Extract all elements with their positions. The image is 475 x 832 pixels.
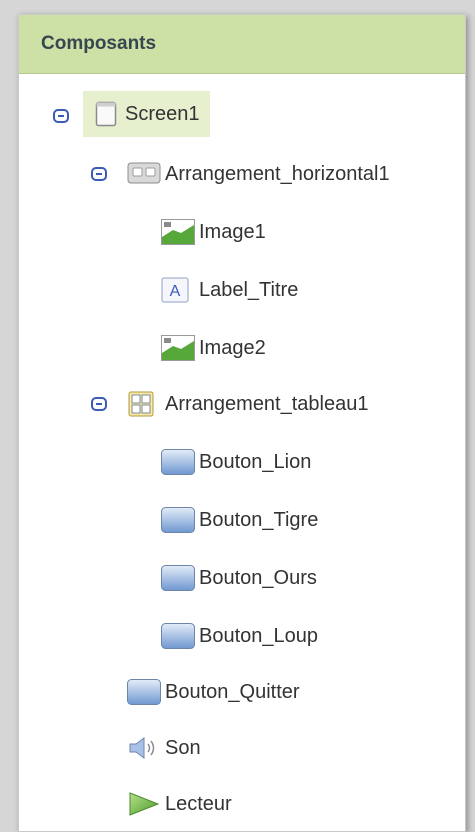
collapse-toggle-tableau[interactable] <box>91 397 107 411</box>
tree-item-label-titre[interactable]: A Label_Titre <box>161 267 298 313</box>
label-icon: A <box>161 277 197 303</box>
tree-item-bouton-tigre[interactable]: Bouton_Tigre <box>161 497 318 543</box>
tree-item-label: Bouton_Quitter <box>165 680 300 703</box>
collapse-toggle-horizontal[interactable] <box>91 167 107 181</box>
horizontal-arrangement-icon <box>127 161 163 187</box>
tree-item-bouton-quitter[interactable]: Bouton_Quitter <box>127 669 300 715</box>
tree-item-lecteur[interactable]: Lecteur <box>127 781 232 827</box>
tree-item-label: Lecteur <box>165 792 232 815</box>
components-panel: Composants Screen1 Arrangement_horizonta… <box>18 14 466 832</box>
tree-item-label: Image1 <box>199 220 266 243</box>
screen-icon <box>95 101 123 127</box>
tree-item-label: Label_Titre <box>199 278 299 301</box>
panel-header: Composants <box>19 15 465 74</box>
collapse-toggle-screen[interactable] <box>53 109 69 123</box>
button-icon <box>127 679 163 705</box>
tree-item-label: Bouton_Loup <box>199 624 319 647</box>
speaker-icon <box>127 735 163 761</box>
tree-item-label: Arrangement_tableau1 <box>165 392 369 415</box>
tree-item-image2[interactable]: Image2 <box>161 325 266 371</box>
tree-item-bouton-loup[interactable]: Bouton_Loup <box>161 613 318 659</box>
tree-item-label: Arrangement_horizontal1 <box>165 162 390 185</box>
tree-item-label: Bouton_Lion <box>199 450 312 473</box>
tree-item-label: Image2 <box>199 336 266 359</box>
tree-item-image1[interactable]: Image1 <box>161 209 266 255</box>
svg-text:A: A <box>170 283 181 300</box>
tree-item-label: Son <box>165 736 201 759</box>
button-icon <box>161 507 197 533</box>
tree-item-label: Screen1 <box>125 102 200 125</box>
play-icon <box>127 791 163 817</box>
tree-item-bouton-ours[interactable]: Bouton_Ours <box>161 555 317 601</box>
tree-item-arrangement-tableau[interactable]: Arrangement_tableau1 <box>127 381 368 427</box>
image-icon <box>161 335 197 361</box>
button-icon <box>161 623 197 649</box>
tree-item-bouton-lion[interactable]: Bouton_Lion <box>161 439 311 485</box>
table-arrangement-icon <box>127 391 163 417</box>
tree-item-arrangement-horizontal[interactable]: Arrangement_horizontal1 <box>127 151 390 197</box>
tree-item-son[interactable]: Son <box>127 725 201 771</box>
tree-item-screen1[interactable]: Screen1 <box>83 91 210 137</box>
tree-item-label: Bouton_Ours <box>199 566 317 589</box>
button-icon <box>161 565 197 591</box>
image-icon <box>161 219 197 245</box>
panel-title: Composants <box>41 33 157 54</box>
selected-highlight: Screen1 <box>83 91 210 137</box>
button-icon <box>161 449 197 475</box>
tree-item-label: Bouton_Tigre <box>199 508 319 531</box>
